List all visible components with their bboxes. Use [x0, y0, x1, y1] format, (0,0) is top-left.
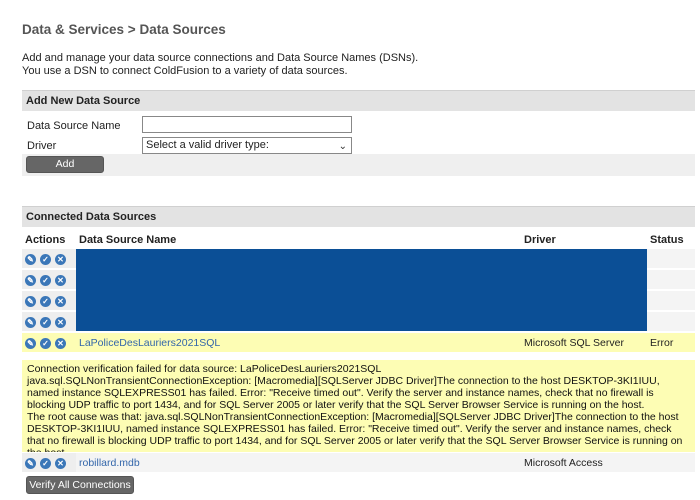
row-actions: ✎ ✓ ✕: [22, 311, 76, 333]
intro-line-1: Add and manage your data source connecti…: [22, 52, 419, 64]
redacted-block: [76, 249, 647, 333]
status-cell: [647, 311, 695, 333]
delete-icon[interactable]: ✕: [55, 316, 66, 328]
verify-icon[interactable]: ✓: [40, 274, 51, 286]
header-name: Data Source Name: [76, 230, 521, 249]
status-cell: [647, 269, 695, 291]
row-actions: ✎ ✓ ✕: [22, 269, 76, 291]
data-source-name-label: Data Source Name: [27, 120, 121, 132]
edit-icon[interactable]: ✎: [25, 316, 36, 328]
row-actions: ✎ ✓ ✕: [22, 249, 76, 270]
delete-icon[interactable]: ✕: [55, 253, 66, 265]
edit-icon[interactable]: ✎: [25, 253, 36, 265]
status-cell: [647, 453, 695, 474]
row-actions: ✎ ✓ ✕: [22, 453, 76, 474]
verify-icon[interactable]: ✓: [40, 316, 51, 328]
status-cell: [647, 290, 695, 312]
header-driver: Driver: [521, 230, 647, 249]
add-section-title: Add New Data Source: [22, 90, 695, 111]
delete-icon[interactable]: ✕: [55, 337, 66, 349]
data-source-name-link[interactable]: robillard.mdb: [76, 453, 521, 474]
verify-icon[interactable]: ✓: [40, 337, 51, 349]
status-cell: Error: [647, 332, 695, 354]
edit-icon[interactable]: ✎: [25, 337, 36, 349]
row-actions: ✎ ✓ ✕: [22, 290, 76, 312]
verify-icon[interactable]: ✓: [40, 457, 51, 469]
table-row: ✎ ✓ ✕ LaPoliceDesLauriers2021SQL Microsoft…: [22, 332, 695, 354]
chevron-down-icon: ⌄: [338, 141, 347, 152]
verify-all-connections-button[interactable]: Verify All Connections: [26, 476, 134, 494]
data-source-name[interactable]: robillard.mdb: [79, 457, 140, 469]
error-line-3: The root cause was that: java.sql.SQLNon…: [27, 411, 683, 452]
verify-icon[interactable]: ✓: [40, 253, 51, 265]
data-source-name-input[interactable]: [142, 116, 352, 133]
driver-cell: Microsoft SQL Server: [521, 332, 647, 354]
data-source-name-link[interactable]: LaPoliceDesLauriers2021SQL: [76, 332, 521, 354]
verify-icon[interactable]: ✓: [40, 295, 51, 307]
edit-icon[interactable]: ✎: [25, 457, 36, 469]
error-line-1: Connection verification failed for data …: [27, 363, 382, 375]
edit-icon[interactable]: ✎: [25, 295, 36, 307]
edit-icon[interactable]: ✎: [25, 274, 36, 286]
intro-text: Add and manage your data source connecti…: [22, 52, 418, 78]
data-sources-table: Actions Data Source Name Driver Status ✎…: [22, 230, 695, 354]
driver-select[interactable]: Select a valid driver type: ⌄: [142, 137, 352, 154]
data-source-name[interactable]: LaPoliceDesLauriers2021SQL: [79, 337, 220, 349]
breadcrumb: Data & Services > Data Sources: [22, 22, 226, 37]
status-cell: [647, 249, 695, 270]
header-status: Status: [647, 230, 695, 249]
delete-icon[interactable]: ✕: [55, 274, 66, 286]
intro-line-2: You use a DSN to connect ColdFusion to a…: [22, 65, 348, 77]
add-button[interactable]: Add: [26, 156, 104, 173]
connected-section-title: Connected Data Sources: [22, 206, 695, 227]
error-line-2: java.sql.SQLNonTransientConnectionExcept…: [27, 375, 660, 411]
delete-icon[interactable]: ✕: [55, 295, 66, 307]
table-row: ✎ ✓ ✕: [22, 249, 695, 333]
driver-label: Driver: [27, 140, 57, 152]
delete-icon[interactable]: ✕: [55, 457, 66, 469]
row-actions: ✎ ✓ ✕: [22, 332, 76, 354]
table-row: ✎ ✓ ✕ robillard.mdb Microsoft Access: [22, 453, 695, 474]
driver-cell: Microsoft Access: [521, 453, 647, 474]
add-button-row: [22, 154, 695, 176]
table-header-row: Actions Data Source Name Driver Status: [22, 230, 695, 249]
header-actions: Actions: [22, 230, 76, 249]
data-sources-table-continued: ✎ ✓ ✕ robillard.mdb Microsoft Access: [22, 453, 695, 474]
driver-select-value: Select a valid driver type:: [146, 139, 269, 151]
error-message: Connection verification failed for data …: [22, 360, 695, 452]
